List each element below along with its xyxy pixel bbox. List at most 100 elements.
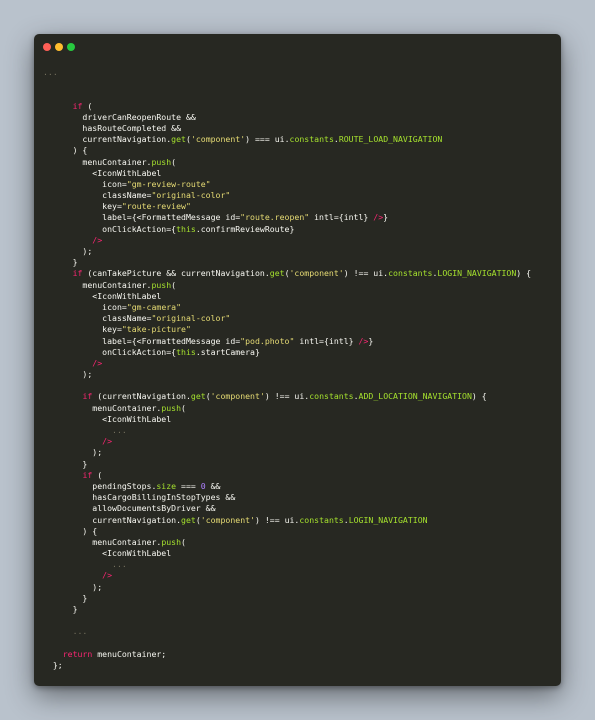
code-token: return	[62, 648, 93, 659]
code-line: }	[43, 459, 555, 470]
code-token: constants	[289, 134, 334, 145]
code-token: label={<FormattedMessage id=	[43, 335, 241, 346]
code-line: ...	[43, 559, 555, 570]
code-token: pendingStops.	[43, 480, 157, 491]
code-token: push	[151, 279, 172, 290]
code-token: />	[92, 234, 103, 245]
code-token: .startCamera}	[195, 346, 260, 357]
code-token: 'component'	[190, 134, 246, 145]
code-token: );	[43, 369, 93, 380]
code-token: ) !== ui.	[343, 268, 389, 279]
code-line: if (	[43, 101, 555, 112]
code-token: label={<FormattedMessage id=	[43, 212, 241, 223]
code-token: ) {	[471, 391, 487, 402]
code-line: );	[43, 447, 555, 458]
code-line: ) {	[43, 145, 555, 156]
code-token: this	[176, 346, 196, 357]
code-line: );	[43, 369, 555, 380]
code-line: menuContainer.push(	[43, 537, 555, 548]
code-token: "pod.photo"	[240, 335, 295, 346]
code-line: );	[43, 246, 555, 257]
code-token: allowDocumentsByDriver &&	[43, 503, 216, 514]
code-token: LOGIN_NAVIGATION	[437, 268, 517, 279]
code-token: }	[43, 458, 88, 469]
code-line: onClickAction={this.startCamera}	[43, 347, 555, 358]
code-token: &&	[205, 480, 221, 491]
code-token: className=	[43, 313, 152, 324]
code-line: driverCanReopenRoute &&	[43, 112, 555, 123]
code-token: size	[156, 480, 177, 491]
code-token: this	[176, 223, 196, 234]
code-token: }	[43, 604, 78, 614]
code-token: <IconWithLabel	[43, 413, 172, 424]
code-token: />	[102, 570, 113, 581]
code-token: }	[383, 212, 389, 223]
code-line: menuContainer.push(	[43, 157, 555, 168]
code-token: if	[82, 469, 93, 480]
code-token: constants	[309, 391, 354, 402]
code-token: hasCargoBillingInStopTypes &&	[43, 492, 236, 503]
code-token: icon=	[43, 301, 127, 312]
code-token: (	[181, 402, 186, 413]
code-line: );	[43, 582, 555, 593]
code-token: key=	[43, 324, 122, 335]
code-token: "take-picture"	[121, 324, 191, 335]
code-line: menuContainer.push(	[43, 403, 555, 414]
code-token: icon=	[43, 178, 127, 189]
code-token: (currentNavigation.	[92, 391, 191, 402]
code-token: "gm-camera"	[126, 301, 182, 312]
code-token: onClickAction={	[43, 223, 177, 234]
code-token: ...	[43, 559, 127, 570]
code-token: "original-color"	[151, 190, 231, 201]
code-line: <IconWithLabel	[43, 168, 555, 179]
code-line: />	[43, 235, 555, 246]
code-line: hasCargoBillingInStopTypes &&	[43, 492, 555, 503]
window-titlebar	[34, 34, 561, 60]
code-line: hasRouteCompleted &&	[43, 123, 555, 134]
code-token: get	[190, 391, 206, 402]
code-line: menuContainer.push(	[43, 280, 555, 291]
code-token: intl={intl}	[294, 335, 359, 346]
code-token: menuContainer;	[92, 648, 167, 659]
code-token: />	[373, 212, 384, 223]
code-token: if	[82, 391, 93, 402]
code-token: />	[358, 335, 369, 346]
code-token: constants	[388, 268, 433, 279]
code-line: };	[43, 660, 555, 671]
code-line: currentNavigation.get('component') !== u…	[43, 515, 555, 526]
code-token: 'component'	[200, 514, 255, 525]
code-token: push	[151, 156, 172, 167]
code-token: ) !== ui.	[255, 514, 300, 525]
code-line: icon="gm-camera"	[43, 302, 555, 313]
minimize-dot-icon[interactable]	[55, 43, 63, 51]
code-token: get	[171, 134, 186, 145]
code-token: 'component'	[289, 268, 344, 279]
code-token: (	[171, 279, 177, 290]
code-token: "route-review"	[121, 201, 191, 212]
code-line: <IconWithLabel	[43, 414, 555, 425]
code-token: );	[43, 447, 103, 458]
code-line: <IconWithLabel	[43, 291, 555, 302]
code-token: ADD_LOCATION_NAVIGATION	[358, 391, 472, 402]
code-token: ROUTE_LOAD_NAVIGATION	[338, 134, 443, 145]
maximize-dot-icon[interactable]	[67, 43, 75, 51]
code-token: (	[82, 100, 93, 111]
code-token: ) {	[43, 525, 98, 536]
code-token: get	[269, 268, 285, 279]
code-line: if (currentNavigation.get('component') !…	[43, 391, 555, 402]
code-token: push	[161, 402, 182, 413]
code-token: className=	[43, 190, 152, 201]
code-token: (	[181, 536, 186, 547]
close-dot-icon[interactable]	[43, 43, 51, 51]
code-token: ...	[43, 425, 127, 435]
code-token: menuContainer.	[43, 156, 152, 167]
code-token: push	[161, 536, 182, 547]
code-block: ... if ( driverCanReopenRoute && hasRout…	[43, 67, 555, 680]
code-line: <IconWithLabel	[43, 548, 555, 559]
